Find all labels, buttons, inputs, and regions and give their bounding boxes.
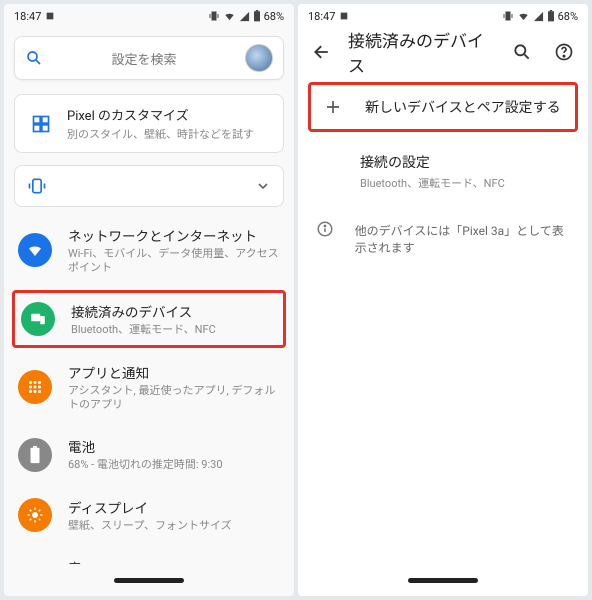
highlight-pair-new: 新しいデバイスとペア設定する: [308, 82, 578, 132]
pair-new-device[interactable]: 新しいデバイスとペア設定する: [311, 85, 575, 129]
plus-icon: [319, 98, 347, 116]
item-title: 接続の設定: [360, 152, 505, 172]
chevron-down-icon: [255, 178, 271, 194]
settings-item-network[interactable]: ネットワークとインターネット Wi-Fi、モバイル、データ使用量、アクセス ポイ…: [4, 213, 294, 288]
settings-item-apps[interactable]: アプリと通知 アシスタント, 最近使ったアプリ, デフォルトのアプリ: [4, 350, 294, 425]
item-title: ネットワークとインターネット: [68, 225, 280, 245]
card-title: Pixel のカスタマイズ: [67, 105, 254, 124]
settings-item-display[interactable]: ディスプレイ 壁紙、スリープ、フォントサイズ: [4, 485, 294, 545]
status-bar: 18:47 68%: [298, 4, 588, 28]
item-sub: 68% - 電池切れの推定時間: 9:30: [68, 458, 280, 472]
expand-card[interactable]: [14, 165, 284, 207]
highlight-connected-devices: 接続済みのデバイス Bluetooth、運転モード、NFC: [12, 290, 286, 348]
search-settings[interactable]: 設定を検索: [14, 36, 284, 80]
vibrate-icon: [27, 176, 47, 196]
item-title: 新しいデバイスとペア設定する: [365, 97, 561, 117]
item-sub: 壁紙、スリープ、フォントサイズ: [68, 519, 280, 533]
item-sub: アシスタント, 最近使ったアプリ, デフォルトのアプリ: [68, 384, 280, 413]
status-bar: 18:47 68%: [4, 4, 294, 28]
settings-item-battery[interactable]: 電池 68% - 電池切れの推定時間: 9:30: [4, 424, 294, 484]
status-time: 18:47: [308, 10, 335, 23]
search-icon: [25, 49, 43, 67]
vibrate-icon: [208, 10, 220, 22]
item-sub: Bluetooth、運転モード、NFC: [360, 175, 505, 191]
status-battery: 68%: [264, 10, 284, 23]
search-placeholder: 設定を検索: [43, 49, 245, 68]
back-button[interactable]: [306, 36, 338, 68]
status-battery: 68%: [558, 10, 578, 23]
item-title: アプリと通知: [68, 362, 280, 382]
apps-icon: [18, 370, 52, 404]
settings-item-sound[interactable]: 音 音量、バイブレーション、サイレント モード: [4, 545, 294, 564]
connected-devices-list: 新しいデバイスとペア設定する 接続の設定 Bluetooth、運転モード、NFC…: [298, 76, 588, 270]
item-title: 接続済みのデバイス: [71, 301, 277, 321]
vibrate-icon: [502, 10, 514, 22]
device-name-info: 他のデバイスには「Pixel 3a」として表示されます: [298, 205, 588, 270]
wifi-icon: [517, 11, 530, 22]
search-button[interactable]: [506, 36, 538, 68]
wifi-icon: [223, 11, 236, 22]
item-title: 音: [68, 557, 280, 564]
status-time: 18:47: [14, 10, 41, 23]
wifi-icon: [18, 233, 52, 267]
devices-icon: [21, 302, 55, 336]
battery-icon: [18, 438, 52, 472]
gesture-nav[interactable]: [298, 564, 588, 596]
brightness-icon: [18, 498, 52, 532]
signal-icon: [239, 11, 250, 22]
page-title: 接続済みのデバイス: [348, 27, 496, 77]
settings-item-connected-devices[interactable]: 接続済みのデバイス Bluetooth、運転モード、NFC: [21, 301, 277, 337]
connected-devices-screen: 18:47 68% 接続済みのデバイス: [298, 4, 588, 596]
item-sub: Bluetooth、運転モード、NFC: [71, 323, 277, 337]
gesture-nav[interactable]: [4, 564, 294, 596]
card-sub: 別のスタイル、壁紙、時計などを試す: [67, 126, 254, 142]
notification-icon: [45, 11, 55, 21]
item-title: 電池: [68, 436, 280, 456]
styles-icon: [27, 114, 55, 134]
info-text: 他のデバイスには「Pixel 3a」として表示されます: [355, 222, 572, 256]
battery-icon: [547, 10, 555, 22]
battery-icon: [253, 10, 261, 22]
signal-icon: [533, 11, 544, 22]
nav-handle-icon: [408, 578, 478, 583]
avatar[interactable]: [245, 44, 273, 72]
nav-handle-icon: [114, 578, 184, 583]
settings-screen: 18:47 68% 設定を検索 Pixel のカスタマイズ 別のスタイル、壁紙、…: [4, 4, 294, 596]
settings-list: ネットワークとインターネット Wi-Fi、モバイル、データ使用量、アクセス ポイ…: [4, 213, 294, 564]
connection-preferences[interactable]: 接続の設定 Bluetooth、運転モード、NFC: [298, 138, 588, 205]
help-button[interactable]: [548, 36, 580, 68]
app-bar: 接続済みのデバイス: [298, 28, 588, 76]
item-sub: Wi-Fi、モバイル、データ使用量、アクセス ポイント: [68, 247, 280, 276]
pixel-customize-card[interactable]: Pixel のカスタマイズ 別のスタイル、壁紙、時計などを試す: [14, 94, 284, 153]
notification-icon: [339, 11, 349, 21]
info-icon: [314, 220, 337, 238]
item-title: ディスプレイ: [68, 497, 280, 517]
